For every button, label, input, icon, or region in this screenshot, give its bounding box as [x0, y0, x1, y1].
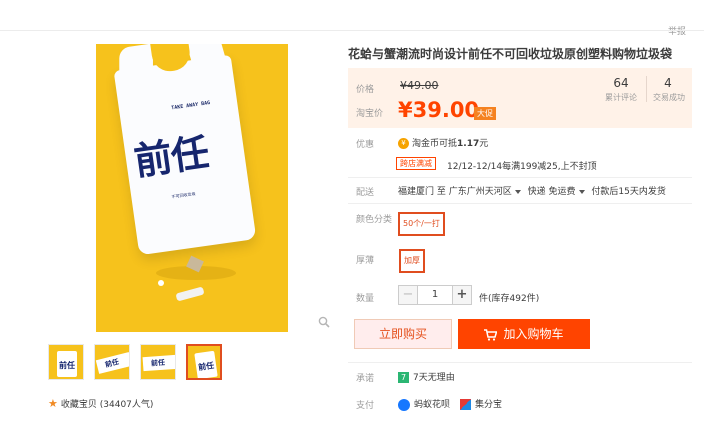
- cart-icon: [484, 328, 498, 341]
- thickness-option-selected[interactable]: 加厚: [399, 249, 425, 273]
- product-page: 举报 TAKE AWAY BAG 前任 不可回收垃圾 前任 前任 前任 前任 ★…: [0, 0, 704, 433]
- main-product-image[interactable]: TAKE AWAY BAG 前任 不可回收垃圾: [96, 44, 288, 332]
- thumbnail[interactable]: 前任: [140, 344, 176, 380]
- bag-illustration: TAKE AWAY BAG 前任 不可回收垃圾: [113, 44, 257, 256]
- quantity-label: 数量: [356, 294, 375, 304]
- add-to-cart-button[interactable]: 加入购物车: [458, 319, 590, 349]
- divider: [348, 203, 692, 204]
- express-selector[interactable]: 快递 免运费: [528, 187, 585, 197]
- payment-label: 支付: [356, 401, 375, 411]
- thumbnail-text: 前任: [59, 361, 75, 370]
- add-to-cart-label: 加入购物车: [503, 327, 564, 341]
- divider: [0, 30, 704, 31]
- payment-method-2: 集分宝: [475, 400, 503, 410]
- thumbnail-bag: 前任: [95, 352, 129, 374]
- product-title: 花蛤与蟹潮流时尚设计前任不可回收垃圾原创塑料购物垃圾袋: [348, 47, 673, 61]
- thumbnail-text: 前任: [197, 360, 215, 373]
- divider: [348, 362, 692, 363]
- ship-to: 广东广州天河区: [448, 187, 512, 197]
- increment-button[interactable]: +: [452, 285, 472, 305]
- trash-piece: [158, 280, 164, 286]
- thumbnail[interactable]: 前任: [94, 344, 130, 380]
- promo-label: 优惠: [356, 140, 375, 150]
- cross-store-tag[interactable]: 跨店满减: [396, 157, 436, 170]
- trash-piece: [175, 286, 205, 302]
- jifenbao-icon: [460, 399, 471, 410]
- thumbnail-bag: 前任: [57, 351, 77, 377]
- current-price: ¥39.00: [398, 98, 480, 122]
- favorite-text: 收藏宝贝: [60, 400, 97, 410]
- chevron-down-icon: [514, 189, 521, 194]
- payment-huabei[interactable]: 蚂蚁花呗: [398, 397, 450, 411]
- taobao-price-label: 淘宝价: [356, 109, 384, 119]
- thumbnail-bag: 前任: [142, 354, 175, 372]
- ship-from: 福建厦门 至: [398, 187, 446, 197]
- huabei-icon: [398, 398, 410, 411]
- shipping-label: 配送: [356, 188, 375, 198]
- bag-opening: [150, 44, 192, 74]
- decrement-button[interactable]: −: [398, 285, 418, 305]
- payment-jifenbao[interactable]: 集分宝: [460, 397, 502, 410]
- original-price: ¥49.00: [400, 79, 439, 92]
- promo-badge: 大促: [474, 107, 496, 120]
- stats-divider: [646, 76, 647, 102]
- seven-day-icon: 7: [398, 372, 409, 383]
- thickness-label: 厚薄: [356, 256, 375, 266]
- reviews-count: 64: [613, 76, 629, 90]
- ship-to-selector[interactable]: 广东广州天河区: [449, 187, 521, 197]
- favorite-count: (34407人气): [99, 400, 154, 410]
- dispatch-time: 付款后15天内发货: [591, 187, 666, 197]
- price-panel: 价格 ¥49.00 淘宝价 ¥39.00 大促 64 累计评论 4 交易成功: [348, 68, 692, 128]
- thumbnail-bag: 前任: [194, 350, 218, 378]
- payment-method-1: 蚂蚁花呗: [414, 400, 451, 410]
- sales-count: 4: [664, 76, 672, 90]
- sales-label: 交易成功: [653, 93, 685, 102]
- promise-item[interactable]: 7 7天无理由: [398, 370, 455, 383]
- color-option-selected[interactable]: 50个/一打: [398, 212, 445, 236]
- express-text: 快递 免运费: [527, 187, 576, 197]
- promise-text: 7天无理由: [413, 373, 455, 383]
- bag-small-text: TAKE AWAY BAG: [170, 100, 211, 112]
- coin-text: 淘金币可抵: [412, 139, 458, 149]
- bag-foot-text: 不可回收垃圾: [171, 190, 196, 200]
- quantity-input[interactable]: 1: [418, 285, 452, 305]
- color-label: 颜色分类: [356, 215, 393, 225]
- bag-handle: [185, 44, 230, 78]
- coin-offer: ¥ 淘金币可抵1.17元: [398, 136, 488, 149]
- bag-big-text: 前任: [131, 130, 211, 184]
- favorite-link[interactable]: ★ 收藏宝贝 (34407人气): [48, 397, 153, 410]
- thumbnail-selected[interactable]: 前任: [186, 344, 222, 380]
- stock-info: 件(库存492件): [479, 294, 540, 304]
- thumbnail-text: 前任: [104, 357, 120, 370]
- reviews-label[interactable]: 累计评论: [600, 92, 642, 103]
- promo-detail: 12/12-12/14每满199减25,上不封顶: [447, 162, 597, 172]
- buy-now-button[interactable]: 立即购买: [354, 319, 452, 349]
- divider: [348, 177, 692, 178]
- coin-amount: 1.17: [457, 139, 480, 149]
- price-label: 价格: [356, 85, 375, 95]
- star-icon: ★: [48, 397, 58, 410]
- shipping-info: 福建厦门 至 广东广州天河区 快递 免运费 付款后15天内发货: [398, 184, 666, 197]
- magnifier-icon[interactable]: [318, 316, 330, 328]
- thumbnail[interactable]: 前任: [48, 344, 84, 380]
- thumbnail-text: 前任: [150, 358, 166, 368]
- promise-label: 承诺: [356, 374, 375, 384]
- bag-handle: [119, 44, 153, 89]
- coin-icon: ¥: [398, 138, 409, 149]
- chevron-down-icon: [578, 189, 585, 194]
- coin-unit: 元: [479, 139, 489, 149]
